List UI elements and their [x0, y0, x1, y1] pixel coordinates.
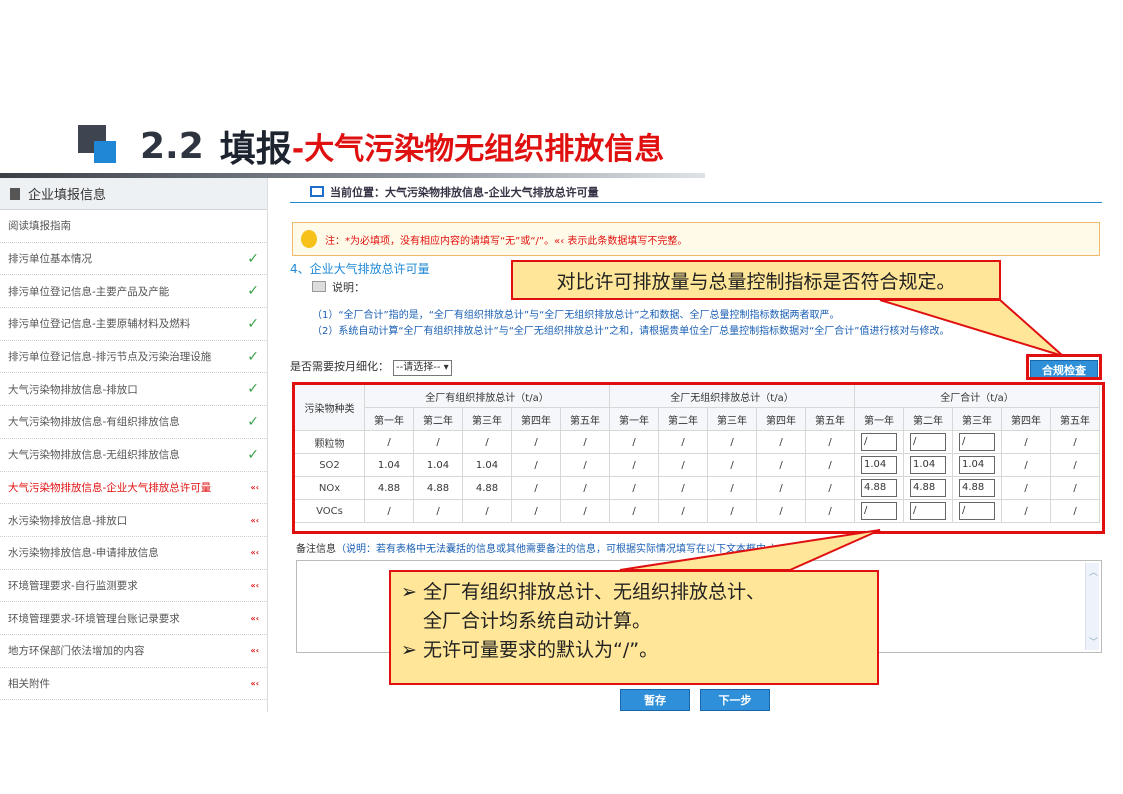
remarks-hint: （说明：若有表格中无法囊括的信息或其他需要备注的信息，可根据实际情况填写在以下文…: [336, 544, 781, 555]
incomplete-icon: «‹: [250, 613, 259, 623]
sidebar-item-label: 环境管理要求-自行监测要求: [8, 579, 138, 592]
sidebar-item[interactable]: 大气污染物排放信息-有组织排放信息 ✓: [0, 406, 267, 439]
monthly-detail-row: 是否需要按月细化： --请选择-- ▾: [290, 358, 452, 376]
sidebar-item-label: 大气污染物排放信息-排放口: [8, 383, 138, 396]
check-icon: ✓: [247, 250, 259, 267]
sidebar-item[interactable]: 大气污染物排放信息-排放口 ✓: [0, 373, 267, 407]
sidebar-item-label: 排污单位基本情况: [8, 253, 92, 266]
scrollbar[interactable]: ︿ ﹀: [1085, 563, 1099, 650]
slide-title: 2.2 填报 -大气污染物无组织排放信息: [78, 120, 664, 172]
bullet-icon: ➢: [401, 581, 417, 603]
sidebar-item-label: 水污染物排放信息-申请排放信息: [8, 547, 159, 560]
sidebar-item-label: 排污单位登记信息-主要原辅材料及燃料: [8, 318, 191, 331]
incomplete-icon: «‹: [250, 646, 259, 656]
document-icon: [10, 187, 20, 200]
button-highlight-box: [1026, 354, 1102, 380]
sidebar-header: 企业填报信息: [0, 178, 267, 210]
bullet-icon: ➢: [401, 639, 417, 661]
sidebar-item-label: 大气污染物排放信息-企业大气排放总许可量: [8, 481, 212, 494]
save-button[interactable]: 暂存: [620, 689, 690, 711]
sidebar-item-label: 阅读填报指南: [8, 220, 71, 233]
check-icon: ✓: [247, 283, 259, 300]
sidebar-item-label: 排污单位登记信息-排污节点及污染治理设施: [8, 351, 212, 364]
check-icon: ✓: [247, 413, 259, 430]
note-line-2: （2）系统自动计算“全厂有组织排放总计”与“全厂无组织排放总计”之和，请根据贵单…: [312, 326, 950, 337]
monthly-label: 是否需要按月细化：: [290, 360, 389, 373]
check-icon: ✓: [247, 446, 259, 463]
title-sub: -大气污染物无组织排放信息: [291, 132, 665, 167]
sidebar-header-label: 企业填报信息: [28, 188, 107, 203]
sidebar-item[interactable]: 地方环保部门依法增加的内容 «‹: [0, 635, 267, 668]
sidebar-item-label: 相关附件: [8, 677, 50, 690]
callout-line-3: 无许可量要求的默认为“/”。: [423, 639, 659, 661]
sidebar-item-label: 地方环保部门依法增加的内容: [8, 645, 145, 658]
monthly-select[interactable]: --请选择-- ▾: [393, 360, 452, 376]
section-title: 4、企业大气排放总许可量: [290, 262, 430, 276]
sidebar-item-label: 大气污染物排放信息-有组织排放信息: [8, 416, 180, 429]
note-line-1: （1）“全厂合计”指的是，“全厂有组织排放总计”与“全厂无组织排放总计”之和数据…: [312, 310, 840, 321]
sidebar: 企业填报信息 阅读填报指南 排污单位基本情况 ✓ 排污单位登记信息-主要产品及产能 ✓ 排…: [0, 178, 268, 712]
incomplete-icon: «‹: [250, 678, 259, 688]
sidebar-item[interactable]: 环境管理要求-环境管理台账记录要求 «‹: [0, 602, 267, 635]
incomplete-icon: «‹: [250, 482, 259, 492]
incomplete-icon: «‹: [250, 548, 259, 558]
check-icon: ✓: [247, 348, 259, 365]
book-icon: [312, 281, 326, 292]
notice-text: 注：*为必填项，没有相应内容的请填写“无”或“/”。«‹ 表示此条数据填写不完整…: [325, 235, 688, 247]
sidebar-list: 阅读填报指南 排污单位基本情况 ✓ 排污单位登记信息-主要产品及产能 ✓ 排污单位登记信息…: [0, 210, 267, 701]
next-button[interactable]: 下一步: [700, 689, 770, 711]
sidebar-item[interactable]: 阅读填报指南: [0, 210, 267, 243]
sidebar-item[interactable]: 大气污染物排放信息-无组织排放信息 ✓: [0, 439, 267, 472]
sidebar-item[interactable]: 水污染物排放信息-申请排放信息 «‹: [0, 537, 267, 570]
breadcrumb: 当前位置：大气污染物排放信息-企业大气排放总许可量: [310, 184, 599, 200]
sidebar-item[interactable]: 相关附件 «‹: [0, 668, 267, 701]
sidebar-item[interactable]: 排污单位基本情况 ✓: [0, 243, 267, 276]
sidebar-item[interactable]: 排污单位登记信息-主要原辅材料及燃料 ✓: [0, 308, 267, 341]
sidebar-item[interactable]: 环境管理要求-自行监测要求 «‹: [0, 570, 267, 603]
sidebar-item[interactable]: 排污单位登记信息-排污节点及污染治理设施 ✓: [0, 341, 267, 374]
breadcrumb-text: 当前位置：大气污染物排放信息-企业大气排放总许可量: [330, 186, 599, 199]
sidebar-item-label: 大气污染物排放信息-无组织排放信息: [8, 449, 180, 462]
remarks-title: 备注信息: [296, 544, 336, 555]
notice-bar: 注：*为必填项，没有相应内容的请填写“无”或“/”。«‹ 表示此条数据填写不完整…: [292, 222, 1100, 256]
incomplete-icon: «‹: [250, 580, 259, 590]
section-number: 2.2: [140, 125, 204, 167]
sidebar-item[interactable]: 排污单位登记信息-主要产品及产能 ✓: [0, 275, 267, 309]
title-main: 填报: [219, 129, 292, 170]
lightbulb-icon: [301, 230, 317, 248]
remarks-label: 备注信息（说明：若有表格中无法囊括的信息或其他需要备注的信息，可根据实际情况填写…: [296, 540, 781, 555]
sidebar-item[interactable]: 水污染物排放信息-排放口 «‹: [0, 504, 267, 537]
explain-label: 说明：: [312, 279, 365, 295]
breadcrumb-divider: [290, 202, 1102, 203]
callout-auto-calc: ➢ 全厂有组织排放总计、无组织排放总计、 全厂合计均系统自动计算。 ➢ 无许可量要求…: [389, 570, 879, 685]
callout-line-2: 全厂合计均系统自动计算。: [423, 610, 652, 632]
title-square-icon: [78, 125, 126, 167]
sidebar-item[interactable]: 大气污染物排放信息-企业大气排放总许可量 «‹: [0, 472, 267, 505]
incomplete-icon: «‹: [250, 515, 259, 525]
check-icon: ✓: [247, 315, 259, 332]
explain-text: 说明：: [332, 281, 365, 294]
slide-root: { "slide": {"section_number": "2.2", "ti…: [0, 0, 1123, 794]
sidebar-item-label: 环境管理要求-环境管理台账记录要求: [8, 612, 180, 625]
callout-compliance: 对比许可排放量与总量控制指标是否符合规定。: [511, 260, 1001, 300]
sidebar-item-label: 水污染物排放信息-排放口: [8, 514, 128, 527]
location-icon: [310, 186, 324, 197]
table-highlight-box: [292, 382, 1105, 534]
check-icon: ✓: [247, 381, 259, 398]
callout-line-1: 全厂有组织排放总计、无组织排放总计、: [423, 581, 766, 603]
sidebar-item-label: 排污单位登记信息-主要产品及产能: [8, 285, 170, 298]
